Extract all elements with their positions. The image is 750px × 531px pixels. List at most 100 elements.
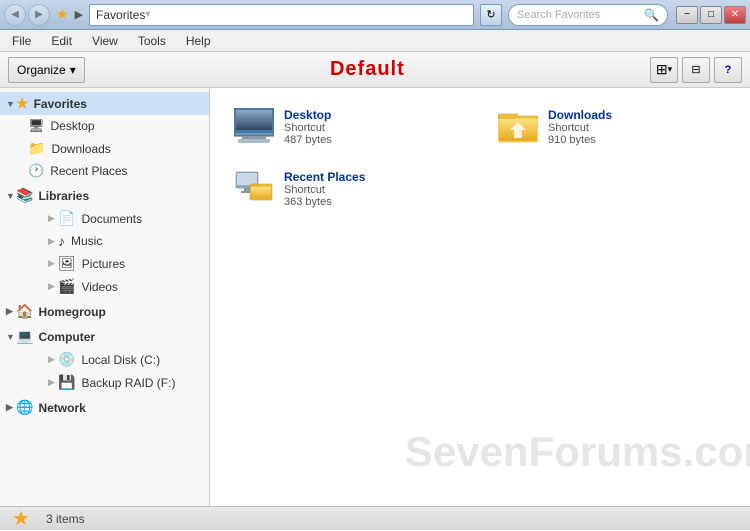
sidebar-item-recent-places[interactable]: 🕐 Recent Places: [0, 160, 209, 182]
sidebar-item-pictures[interactable]: ▶ 🖼 Pictures: [0, 252, 209, 275]
sidebar-item-documents[interactable]: ▶ 📄 Documents: [0, 207, 209, 230]
menu-tools[interactable]: Tools: [134, 32, 170, 50]
help-icon: ?: [725, 64, 732, 76]
page-title: Default: [85, 58, 650, 81]
menu-edit[interactable]: Edit: [47, 32, 76, 50]
title-bar: ◀ ▶ ★ ▶ Favorites ▾ ↻ Search Favorites 🔍…: [0, 0, 750, 30]
sidebar-item-downloads[interactable]: 📁 Downloads: [0, 137, 209, 160]
status-bar: ★ 3 items: [0, 506, 750, 530]
sidebar-item-backup-raid-f[interactable]: ▶ 💾 Backup RAID (F:): [0, 371, 209, 394]
sidebar-item-network[interactable]: ▶ 🌐 Network: [0, 396, 209, 419]
pictures-sidebar-icon: 🖼: [58, 255, 76, 272]
main-layout: ▼ ★ Favorites 🖥 Desktop 📁 Downloads 🕐 Re…: [0, 88, 750, 506]
desktop-file-info: Desktop Shortcut 487 bytes: [284, 108, 332, 146]
triangle-computer-icon: ▼: [6, 332, 16, 342]
desktop-content-icon: [234, 108, 274, 144]
sidebar-item-libraries[interactable]: ▼ 📚 Libraries: [0, 184, 209, 207]
videos-sidebar-icon: 🎬: [58, 278, 75, 295]
address-bar[interactable]: Favorites ▾: [89, 4, 474, 26]
recent-places-file-size: 363 bytes: [284, 196, 365, 208]
sidebar-local-disk-label: Local Disk (C:): [81, 353, 160, 367]
downloads-file-info: Downloads Shortcut 910 bytes: [548, 108, 612, 146]
recent-places-file-name: Recent Places: [284, 170, 365, 184]
sidebar-desktop-label: Desktop: [51, 119, 95, 133]
libraries-sidebar-icon: 📚: [16, 187, 33, 204]
forward-button[interactable]: ▶: [28, 4, 50, 26]
sidebar-item-desktop[interactable]: 🖥 Desktop: [0, 115, 209, 137]
watermark: SevenForums.com: [405, 428, 750, 476]
content-area: Desktop Shortcut 487 bytes: [210, 88, 750, 506]
desktop-file-size: 487 bytes: [284, 134, 332, 146]
triangle-local-disk-icon: ▶: [48, 354, 58, 365]
toolbar: Organize ▾ Default ⊞ ▾ ⊟ ?: [0, 52, 750, 88]
triangle-music-icon: ▶: [48, 236, 58, 247]
sidebar-music-label: Music: [71, 234, 102, 248]
favorites-star-sidebar-icon: ★: [16, 95, 29, 112]
sidebar-network-label: Network: [38, 401, 85, 415]
organize-button[interactable]: Organize ▾: [8, 57, 85, 83]
sidebar-documents-label: Documents: [81, 212, 142, 226]
music-sidebar-icon: ♪: [58, 233, 65, 249]
search-box[interactable]: Search Favorites 🔍: [508, 4, 668, 26]
sidebar-item-local-disk-c[interactable]: ▶ 💿 Local Disk (C:): [0, 348, 209, 371]
sidebar-item-music[interactable]: ▶ ♪ Music: [0, 230, 209, 252]
sidebar: ▼ ★ Favorites 🖥 Desktop 📁 Downloads 🕐 Re…: [0, 88, 210, 506]
breadcrumb-separator: ▶: [75, 8, 83, 21]
downloads-content-icon: [498, 108, 538, 144]
address-text: Favorites: [96, 8, 145, 22]
view-options-button[interactable]: ⊞ ▾: [650, 57, 678, 83]
toolbar-icons: ⊞ ▾ ⊟ ?: [650, 57, 742, 83]
sidebar-homegroup-label: Homegroup: [38, 305, 105, 319]
sidebar-section-favorites: ▼ ★ Favorites 🖥 Desktop 📁 Downloads 🕐 Re…: [0, 92, 209, 182]
menu-view[interactable]: View: [88, 32, 122, 50]
help-button[interactable]: ?: [714, 57, 742, 83]
sidebar-computer-label: Computer: [38, 330, 95, 344]
maximize-button[interactable]: □: [700, 6, 722, 24]
search-icon[interactable]: 🔍: [644, 8, 659, 22]
triangle-homegroup-icon: ▶: [6, 306, 16, 317]
sidebar-libraries-label: Libraries: [38, 189, 89, 203]
sidebar-recent-places-label: Recent Places: [50, 164, 127, 178]
sidebar-section-homegroup: ▶ 🏠 Homegroup: [0, 300, 209, 323]
local-disk-sidebar-icon: 💿: [58, 351, 75, 368]
sidebar-section-computer: ▼ 💻 Computer ▶ 💿 Local Disk (C:) ▶ 💾 Bac…: [0, 325, 209, 394]
address-dropdown-icon[interactable]: ▾: [145, 9, 150, 20]
documents-sidebar-icon: 📄: [58, 210, 75, 227]
sidebar-downloads-label: Downloads: [51, 142, 110, 156]
minimize-button[interactable]: −: [676, 6, 698, 24]
backup-raid-sidebar-icon: 💾: [58, 374, 75, 391]
back-button[interactable]: ◀: [4, 4, 26, 26]
downloads-file-type: Shortcut: [548, 122, 612, 134]
close-button[interactable]: ✕: [724, 6, 746, 24]
content-item-desktop[interactable]: Desktop Shortcut 487 bytes: [226, 100, 470, 154]
menu-help[interactable]: Help: [182, 32, 215, 50]
triangle-pictures-icon: ▶: [48, 258, 58, 269]
computer-sidebar-icon: 💻: [16, 328, 33, 345]
sidebar-item-favorites[interactable]: ▼ ★ Favorites: [0, 92, 209, 115]
triangle-network-icon: ▶: [6, 402, 16, 413]
triangle-documents-icon: ▶: [48, 213, 58, 224]
refresh-button[interactable]: ↻: [480, 4, 502, 26]
pane-toggle-button[interactable]: ⊟: [682, 57, 710, 83]
downloads-file-name: Downloads: [548, 108, 612, 122]
title-bar-nav: ◀ ▶ ★ ▶ Favorites ▾ ↻ Search Favorites 🔍: [4, 4, 668, 26]
homegroup-sidebar-icon: 🏠: [16, 303, 33, 320]
sidebar-item-computer[interactable]: ▼ 💻 Computer: [0, 325, 209, 348]
desktop-file-name: Desktop: [284, 108, 332, 122]
recent-places-content-icon: [234, 170, 274, 206]
pane-icon: ⊟: [691, 63, 700, 76]
favorites-star-icon: ★: [56, 6, 69, 23]
sidebar-item-videos[interactable]: ▶ 🎬 Videos: [0, 275, 209, 298]
downloads-file-size: 910 bytes: [548, 134, 612, 146]
content-item-recent-places[interactable]: Recent Places Shortcut 363 bytes: [226, 162, 470, 216]
content-item-downloads[interactable]: Downloads Shortcut 910 bytes: [490, 100, 734, 154]
sidebar-item-homegroup[interactable]: ▶ 🏠 Homegroup: [0, 300, 209, 323]
sidebar-videos-label: Videos: [81, 280, 117, 294]
downloads-sidebar-icon: 📁: [28, 140, 45, 157]
sidebar-section-libraries: ▼ 📚 Libraries ▶ 📄 Documents ▶ ♪ Music ▶ …: [0, 184, 209, 298]
sidebar-backup-raid-label: Backup RAID (F:): [81, 376, 175, 390]
menu-file[interactable]: File: [8, 32, 35, 50]
triangle-backup-icon: ▶: [48, 377, 58, 388]
menu-bar: File Edit View Tools Help: [0, 30, 750, 52]
view-icon: ⊞: [656, 61, 668, 78]
